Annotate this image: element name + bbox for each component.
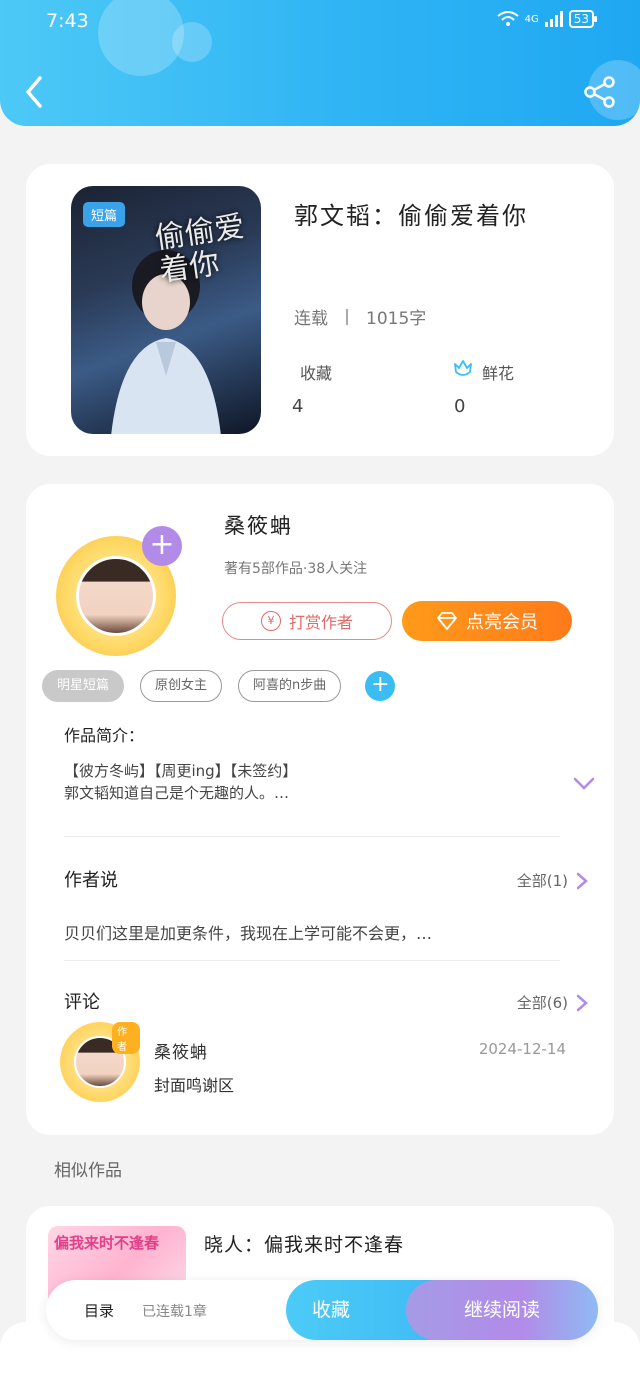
word-count: 1015字 (366, 309, 427, 329)
intro-line-1: 【彼方冬屿】【周更ing】【未签约】 (64, 762, 298, 780)
avatar-image (76, 556, 156, 636)
decor-bubble (98, 0, 184, 76)
book-cover[interactable]: 短篇 偷偷爱着你 (71, 186, 261, 434)
chevron-down-icon[interactable] (572, 776, 596, 792)
author-card: + 桑筱蚺 著有5部作品·38人关注 ¥ 打赏作者 点亮会员 明星短篇 原创女主… (26, 484, 614, 1135)
flower-icon (454, 360, 472, 376)
battery-icon: 53 (568, 10, 598, 28)
comment-date: 2024-12-14 (478, 1040, 566, 1058)
cover-tag: 短篇 (83, 202, 126, 227)
status-separator (346, 308, 348, 325)
intro-text[interactable]: 【彼方冬屿】【周更ing】【未签约】 郭文韬知道自己是个无趣的人。… (64, 760, 544, 804)
book-title: 郭文韬：偷偷爱着你 (294, 202, 528, 230)
author-badge: 作者 (112, 1022, 140, 1054)
flowers-count: 0 (454, 396, 466, 417)
follow-plus-icon[interactable]: + (142, 526, 182, 566)
author-say-text[interactable]: 贝贝们这里是加更条件，我现在上学可能不会更，… (64, 920, 432, 944)
intro-title: 作品简介： (64, 726, 145, 745)
share-icon[interactable] (582, 74, 618, 110)
vip-label: 点亮会员 (466, 612, 538, 633)
bottom-action-bar: 目录 已连载1章 收藏 继续阅读 (46, 1280, 598, 1340)
similar-cover-text: 偏我来时不逢春 (54, 1234, 160, 1252)
favorites-count: 4 (292, 396, 304, 417)
serial-status: 连载 (294, 309, 328, 329)
intro-line-2: 郭文韬知道自己是个无趣的人。… (64, 784, 290, 802)
back-icon[interactable] (20, 72, 50, 112)
status-icons: 4G 53 (496, 10, 598, 28)
comments-title: 评论 (64, 992, 100, 1013)
tip-author-button[interactable]: ¥ 打赏作者 (222, 602, 392, 640)
chevron-right-icon (576, 994, 588, 1011)
comment-avatar[interactable]: 作者 (60, 1022, 140, 1102)
author-meta: 著有5部作品·38人关注 (224, 561, 368, 577)
wifi-icon (496, 11, 519, 26)
author-say-title: 作者说 (64, 870, 118, 891)
network-label: 4G (524, 13, 539, 25)
flowers-label: 鲜花 (482, 364, 515, 383)
add-tag-icon[interactable]: + (365, 671, 396, 701)
similar-section-title: 相似作品 (54, 1161, 122, 1181)
book-info-card: 短篇 偷偷爱着你 郭文韬：偷偷爱着你 连载 1015字 收藏 4 鲜花 0 (26, 164, 614, 456)
divider (64, 836, 560, 837)
author-say-see-all[interactable]: 全部(1) (517, 870, 588, 891)
chapter-count: 已连载1章 (142, 1304, 207, 1320)
see-all-label: 全部(1) (516, 872, 568, 890)
tag-list: 明星短篇 原创女主 阿喜的n步曲 + (42, 670, 396, 702)
toc-button[interactable]: 目录 (84, 1300, 114, 1321)
signal-icon (544, 11, 563, 27)
divider (64, 960, 560, 961)
tag-item[interactable]: 阿喜的n步曲 (238, 670, 342, 702)
see-all-label: 全部(6) (516, 994, 568, 1012)
favorites-label: 收藏 (300, 364, 333, 383)
header: 7:43 4G 53 (0, 0, 640, 126)
tag-item[interactable]: 明星短篇 (42, 670, 125, 702)
comment-text[interactable]: 封面鸣谢区 (154, 1072, 234, 1096)
cover-title: 偷偷爱着你 (152, 209, 247, 289)
tip-author-label: 打赏作者 (288, 613, 353, 632)
yen-icon: ¥ (260, 611, 281, 631)
chevron-right-icon (576, 872, 588, 889)
decor-bubble-small (172, 22, 212, 62)
similar-book-title: 晓人：偏我来时不逢春 (204, 1234, 405, 1256)
author-name[interactable]: 桑筱蚺 (224, 510, 293, 540)
comments-see-all[interactable]: 全部(6) (517, 992, 588, 1013)
status-time: 7:43 (46, 10, 89, 32)
book-status-row: 连载 1015字 (294, 304, 426, 329)
tag-item[interactable]: 原创女主 (140, 670, 223, 702)
diamond-icon (437, 612, 457, 630)
comment-user[interactable]: 桑筱蚺 (154, 1038, 208, 1063)
continue-reading-button[interactable]: 继续阅读 (406, 1280, 598, 1340)
vip-button[interactable]: 点亮会员 (402, 601, 572, 641)
